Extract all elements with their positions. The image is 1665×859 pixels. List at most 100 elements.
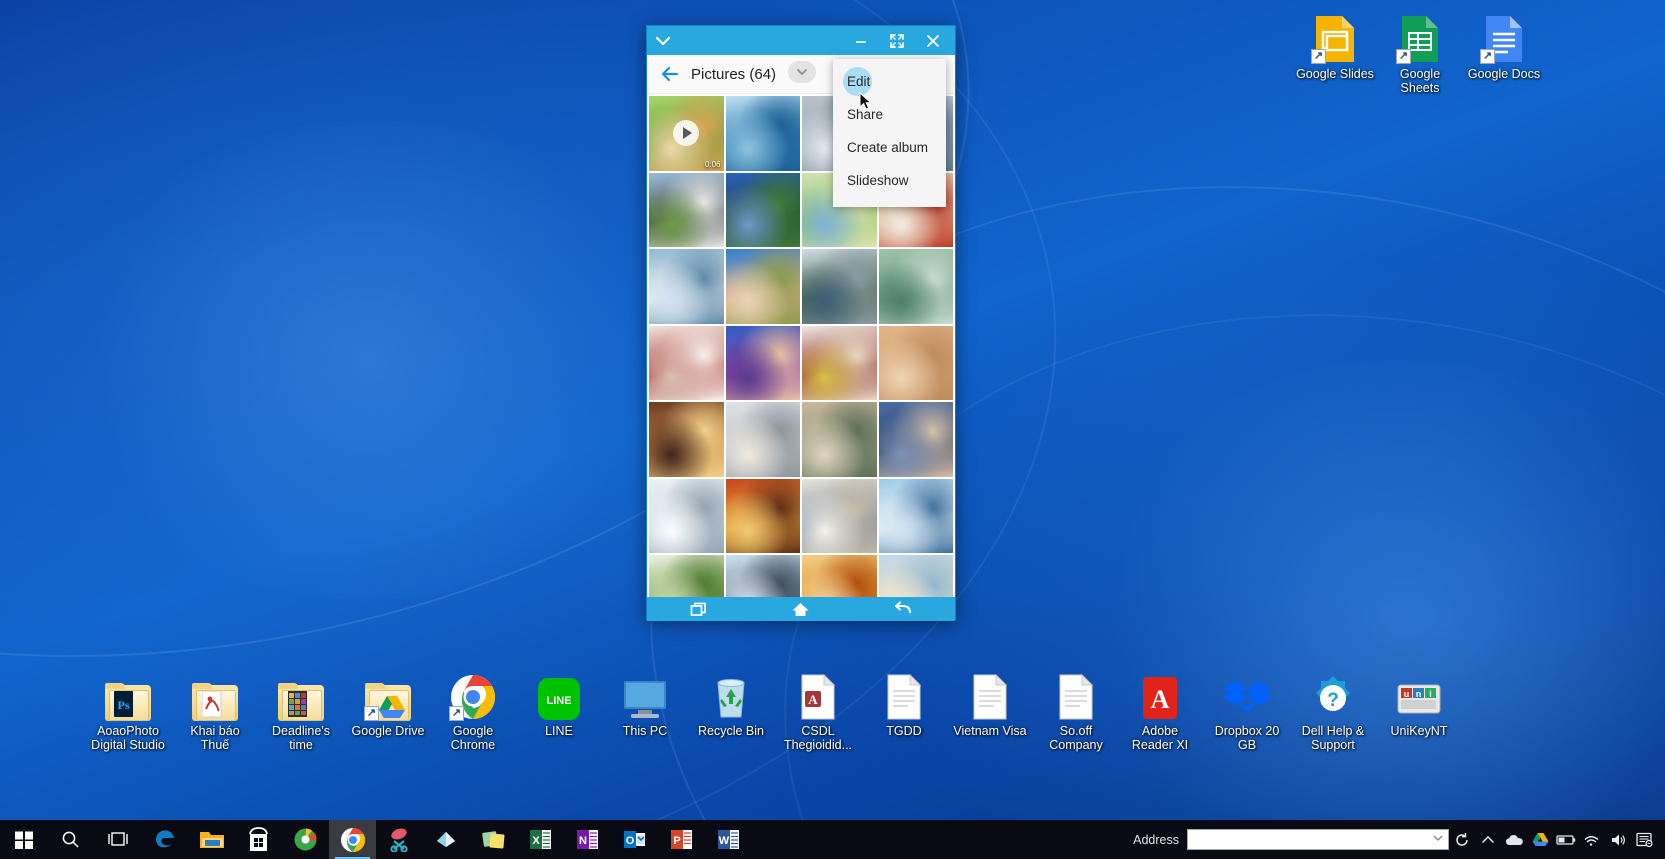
desktop-icon-unikeynt[interactable]: u n i UniKeyNT — [1367, 663, 1471, 738]
address-input[interactable] — [1187, 829, 1449, 850]
taskbar-word-icon[interactable]: W — [705, 820, 752, 859]
show-hidden-icons-icon[interactable] — [1475, 820, 1501, 859]
menu-item-slideshow[interactable]: Slideshow — [833, 164, 946, 197]
shortcut-overlay-icon — [1396, 49, 1411, 64]
taskbar-powerpoint-icon[interactable]: P — [658, 820, 705, 859]
taskbar-bluestacks-icon[interactable] — [423, 820, 470, 859]
taskbar-edge-icon[interactable] — [141, 820, 188, 859]
photo-thumbnail[interactable] — [649, 172, 724, 247]
onedrive-icon[interactable] — [1501, 820, 1527, 859]
svg-text:A: A — [808, 692, 818, 707]
action-center-icon[interactable] — [1631, 820, 1657, 859]
chevron-down-icon[interactable] — [1432, 832, 1444, 847]
photo-thumbnail[interactable] — [878, 402, 953, 477]
address-bar-label: Address — [1133, 832, 1179, 847]
refresh-icon[interactable] — [1449, 820, 1475, 859]
svg-text:u: u — [1404, 689, 1410, 699]
menu-item-edit[interactable]: Edit — [833, 65, 946, 98]
task-view-icon[interactable] — [94, 820, 141, 859]
close-icon[interactable] — [923, 31, 943, 51]
start-button[interactable] — [0, 820, 47, 859]
battery-icon[interactable] — [1553, 820, 1579, 859]
photo-thumbnail[interactable] — [878, 555, 953, 597]
photo-thumbnail[interactable] — [802, 555, 877, 597]
photo-thumbnail[interactable] — [802, 249, 877, 324]
photo-thumbnail[interactable] — [725, 555, 800, 597]
svg-text:O: O — [626, 835, 635, 847]
shortcut-overlay-icon — [364, 706, 379, 721]
menu-item-label: Create album — [847, 140, 929, 155]
home-icon[interactable] — [784, 598, 818, 620]
desktop-icon-label: UniKeyNT — [1390, 724, 1448, 738]
photo-thumbnail[interactable] — [649, 249, 724, 324]
google-drive-tray-icon[interactable] — [1527, 820, 1553, 859]
play-icon — [673, 120, 700, 147]
photo-thumbnail[interactable] — [878, 249, 953, 324]
photo-thumbnail[interactable] — [725, 478, 800, 553]
window-titlebar — [647, 26, 955, 55]
video-duration: 0:06 — [704, 159, 721, 169]
search-icon[interactable] — [47, 820, 94, 859]
desktop-icon-google-docs[interactable]: Google Docs — [1452, 6, 1556, 81]
photo-thumbnail[interactable] — [649, 325, 724, 400]
taskbar-file-explorer-icon[interactable] — [188, 820, 235, 859]
photo-thumbnail[interactable] — [649, 402, 724, 477]
menu-item-label: Share — [847, 107, 884, 122]
photo-thumbnail[interactable] — [878, 478, 953, 553]
svg-text:X: X — [532, 835, 540, 847]
expand-icon[interactable] — [887, 31, 907, 51]
taskbar-sticky-notes-icon[interactable] — [470, 820, 517, 859]
wifi-icon[interactable] — [1579, 820, 1605, 859]
menu-item-create-album[interactable]: Create album — [833, 131, 946, 164]
svg-text:i: i — [1429, 689, 1432, 699]
google-docs-icon — [1452, 6, 1556, 64]
photo-thumbnail[interactable]: 0:06 — [649, 96, 724, 171]
photo-thumbnail[interactable] — [725, 96, 800, 171]
overflow-menu[interactable]: Edit Share Create album Slideshow — [833, 59, 946, 207]
chevron-down-icon[interactable] — [653, 31, 673, 51]
page-title: Pictures (64) — [691, 65, 777, 83]
svg-text:P: P — [673, 835, 680, 847]
photo-thumbnail[interactable] — [649, 478, 724, 553]
label-line-2: Sheets — [1400, 81, 1440, 95]
taskbar-cococ-icon[interactable] — [282, 820, 329, 859]
photo-thumbnail[interactable] — [725, 249, 800, 324]
photo-thumbnail[interactable] — [802, 402, 877, 477]
overflow-chevron-down-icon[interactable] — [788, 61, 816, 83]
photo-thumbnail[interactable] — [878, 325, 953, 400]
taskbar-snipping-tool-icon[interactable] — [376, 820, 423, 859]
svg-text:n: n — [1416, 689, 1422, 699]
shortcut-overlay-icon — [1311, 49, 1326, 64]
svg-text:W: W — [719, 835, 730, 847]
shortcut-overlay-icon — [449, 706, 464, 721]
desktop: Google Slides Google Sheets — [0, 0, 1665, 859]
photo-thumbnail[interactable] — [725, 402, 800, 477]
photo-thumbnail[interactable] — [802, 325, 877, 400]
phone-emulator-window: Pictures (64) 0:06 Edit Share Create alb… — [646, 25, 956, 621]
system-tray: Address — [1133, 820, 1665, 859]
taskbar-store-icon[interactable] — [235, 820, 282, 859]
label-line-1: Google — [1399, 67, 1441, 81]
taskbar-chrome-icon[interactable] — [329, 820, 376, 859]
back-arrow-icon[interactable] — [659, 63, 681, 85]
photo-thumbnail[interactable] — [802, 478, 877, 553]
photo-thumbnail[interactable] — [649, 555, 724, 597]
windows-taskbar: X N O P W Address — [0, 820, 1665, 859]
unikey-icon: u n i — [1367, 663, 1471, 721]
photo-thumbnail[interactable] — [725, 325, 800, 400]
volume-icon[interactable] — [1605, 820, 1631, 859]
taskbar-excel-icon[interactable]: X — [517, 820, 564, 859]
menu-item-label: Slideshow — [847, 173, 909, 188]
photo-thumbnail[interactable] — [725, 172, 800, 247]
recents-icon[interactable] — [681, 598, 715, 620]
address-text-field[interactable] — [1192, 831, 1432, 848]
menu-item-share[interactable]: Share — [833, 98, 946, 131]
taskbar-outlook-icon[interactable]: O — [611, 820, 658, 859]
taskbar-onenote-icon[interactable]: N — [564, 820, 611, 859]
svg-text:?: ? — [1327, 690, 1339, 711]
minimize-icon[interactable] — [851, 31, 871, 51]
back-icon[interactable] — [887, 598, 921, 620]
svg-text:A: A — [1151, 685, 1170, 714]
svg-text:Ps: Ps — [118, 698, 130, 712]
desktop-icon-label: Google Docs — [1467, 67, 1541, 81]
